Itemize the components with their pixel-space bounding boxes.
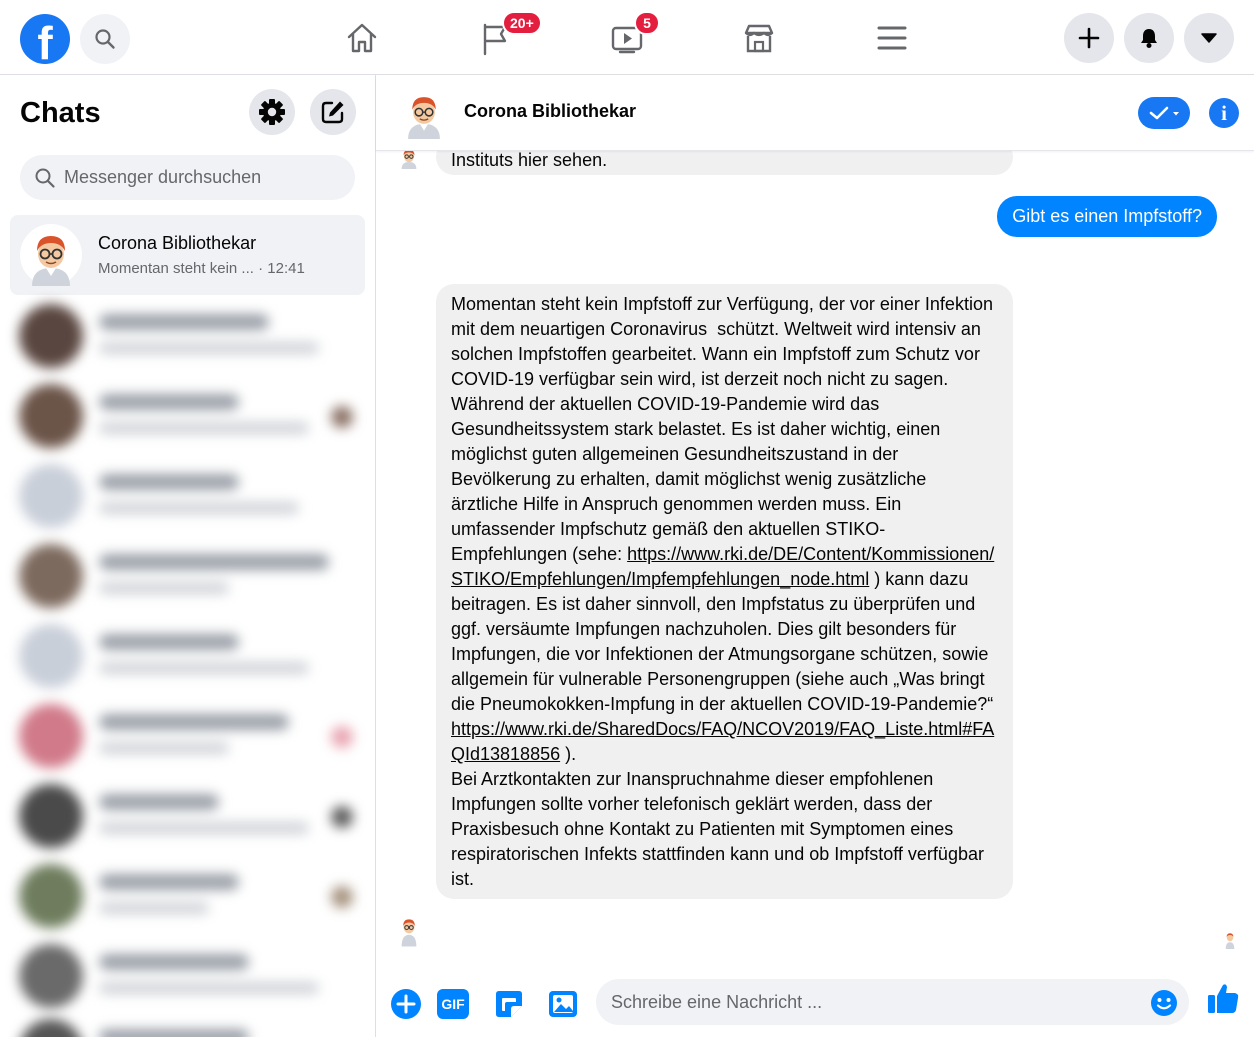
photo-button[interactable] [546,987,580,1021]
previous-message-text: Instituts hier sehen. [451,151,608,170]
search-button[interactable] [80,14,130,64]
caret-down-icon [1201,33,1217,43]
bot-avatar [20,224,82,291]
info-icon[interactable]: i [1209,98,1239,128]
contact-name[interactable]: Corona Bibliothekar [464,101,636,122]
thumbs-up-icon[interactable] [1206,981,1240,1015]
facebook-logo[interactable]: f [20,14,70,68]
gear-icon [259,99,285,125]
plus-icon [1078,27,1100,49]
image-icon [549,991,577,1017]
message-field[interactable] [596,979,1189,1025]
chat-list-item-redacted[interactable] [15,460,360,530]
settings-button[interactable] [249,89,295,135]
contact-avatar[interactable] [398,87,450,144]
chat-list-item-redacted[interactable] [15,380,360,450]
reply-text: Momentan steht kein Impfstoff zur Verfüg… [451,294,993,564]
message-composer: GIF [376,963,1254,1037]
chat-name: Corona Bibliothekar [98,233,257,253]
chat-time: · 12:41 [258,260,305,277]
previous-message-bubble: Instituts hier sehen. [436,151,1013,175]
gif-button[interactable]: GIF [436,987,470,1021]
chat-list-item-corona-bibliothekar[interactable]: Corona Bibliothekar Momentan steht kein … [10,215,365,295]
chat-list-item-redacted[interactable] [15,620,360,690]
notifications-button[interactable] [1124,13,1174,63]
menu-icon [877,26,907,50]
search-icon [95,29,115,49]
reply-text: ). Bei Arztkontakten zur Inanspruchnahme… [451,744,984,889]
account-menu-button[interactable] [1184,13,1234,63]
chat-list-item-redacted[interactable] [15,940,360,1010]
chat-preview-text: Momentan steht kein ... [98,260,254,277]
chat-list-item-redacted[interactable] [15,860,360,930]
conversation-header: Corona Bibliothekar i [376,75,1254,151]
home-tab[interactable] [342,18,382,58]
menu-tab[interactable] [872,18,912,58]
reply-text: ) kann dazu beitragen. Es ist daher sinn… [451,569,999,714]
chats-sidebar: Chats Messenger durchsuchen Corona Bibli… [0,75,376,1037]
bot-avatar-small [401,919,417,947]
create-button[interactable] [1064,13,1114,63]
emoji-icon[interactable] [1150,989,1178,1017]
sticker-icon [496,991,522,1017]
messenger-search-input[interactable] [64,155,344,200]
sticker-button[interactable] [492,987,526,1021]
mark-done-button[interactable] [1138,97,1190,129]
home-icon [347,23,377,53]
marketplace-icon [744,24,774,53]
new-message-button[interactable] [310,89,356,135]
message-thread: Instituts hier sehen. Gibt es einen Impf… [376,151,1254,963]
chat-list-item-redacted[interactable] [15,700,360,770]
chat-list-item-redacted[interactable] [15,780,360,850]
checkmark-icon [1149,106,1179,120]
marketplace-tab[interactable] [739,18,779,58]
search-icon [35,168,55,188]
bell-icon [1141,29,1157,48]
chat-list-item-redacted[interactable] [15,300,360,370]
pages-notification-badge: 20+ [502,11,542,35]
chat-list-item-redacted[interactable] [15,1015,360,1037]
watch-notification-badge: 5 [634,11,660,35]
plus-circle-icon [391,989,421,1019]
gif-icon: GIF [437,989,469,1019]
bot-reply-bubble: Momentan steht kein Impfstoff zur Verfüg… [436,284,1013,899]
user-message-bubble: Gibt es einen Impfstoff? [997,196,1217,237]
compose-icon [321,101,344,124]
message-input[interactable] [611,979,1131,1025]
messenger-search-field[interactable] [20,155,355,200]
chat-list-item-redacted[interactable] [15,540,360,610]
more-actions-button[interactable] [389,987,423,1021]
chat-preview: Momentan steht kein ... · 12:41 [98,260,305,277]
bot-avatar-small [401,151,417,169]
top-navigation-bar: f 20+ 5 [0,0,1254,75]
sidebar-title: Chats [20,97,101,129]
faq-link[interactable]: https://www.rki.de/SharedDocs/FAQ/NCOV20… [451,719,994,764]
seen-indicator-avatar [1225,933,1235,949]
